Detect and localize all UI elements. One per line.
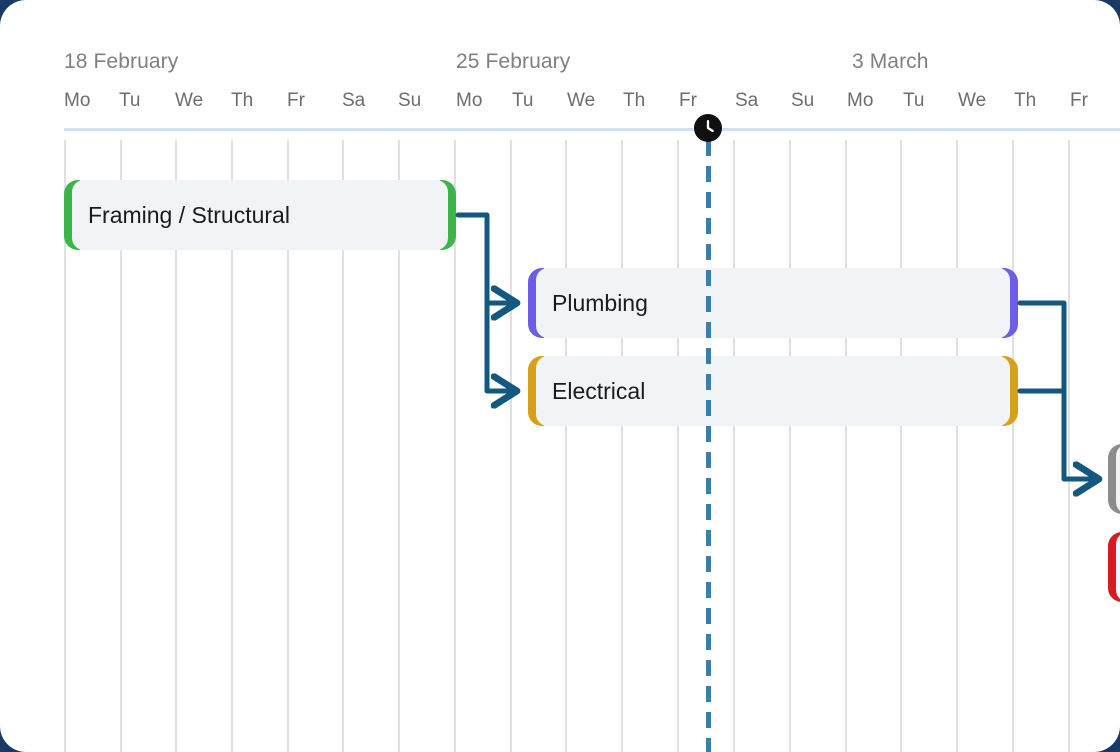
grid-line: [1012, 140, 1014, 752]
day-label: Fr: [1070, 90, 1088, 111]
day-label: Tu: [512, 90, 534, 111]
day-label: Mo: [456, 90, 483, 111]
day-label: We: [958, 90, 987, 111]
task-bar-end-handle[interactable]: [998, 268, 1018, 338]
grid-line: [677, 140, 679, 752]
grid-line: [789, 140, 791, 752]
task-bar-start-handle[interactable]: [528, 356, 548, 426]
clock-icon[interactable]: [694, 114, 722, 142]
day-label: Fr: [679, 90, 697, 111]
day-label: Su: [791, 90, 815, 111]
task-bar[interactable]: [1108, 532, 1120, 602]
task-bar-end-handle[interactable]: [998, 356, 1018, 426]
grid-line: [510, 140, 512, 752]
task-bar-label: Electrical: [552, 377, 646, 404]
task-bar-start-handle[interactable]: [1108, 532, 1120, 602]
day-label: Sa: [342, 90, 366, 111]
task-bar[interactable]: Electrical: [528, 356, 1018, 426]
day-label: Tu: [119, 90, 141, 111]
task-bar-start-handle[interactable]: [64, 180, 84, 250]
day-label: Tu: [903, 90, 925, 111]
day-label: Th: [1014, 90, 1037, 111]
task-bar-start-handle[interactable]: [528, 268, 548, 338]
task-bar-start-handle[interactable]: [1108, 444, 1120, 514]
day-label: Mo: [64, 90, 91, 111]
week-label: 18 February: [64, 50, 179, 73]
current-time-line: [706, 140, 711, 752]
day-label: We: [567, 90, 596, 111]
task-bar[interactable]: Framing / Structural: [64, 180, 456, 250]
day-label: Su: [398, 90, 422, 111]
task-bar[interactable]: [1108, 444, 1120, 514]
task-bar[interactable]: Plumbing: [528, 268, 1018, 338]
day-label: Fr: [287, 90, 305, 111]
day-label: Mo: [847, 90, 874, 111]
grid-line: [733, 140, 735, 752]
day-label: Sa: [735, 90, 759, 111]
grid-line: [565, 140, 567, 752]
timeline-header: 18 February 25 February 3 March Mo Tu We Th Fr…: [0, 0, 1120, 131]
day-label: Th: [623, 90, 646, 111]
task-bar-label: Framing / Structural: [88, 201, 290, 228]
week-label: 3 March: [852, 50, 929, 73]
day-label: Th: [231, 90, 254, 111]
grid-line: [621, 140, 623, 752]
task-bar-label: Plumbing: [552, 289, 648, 316]
week-label: 25 February: [456, 50, 571, 73]
task-bar-end-handle[interactable]: [436, 180, 456, 250]
grid-line: [956, 140, 958, 752]
day-label: We: [175, 90, 204, 111]
grid-line: [1068, 140, 1070, 752]
grid-line: [845, 140, 847, 752]
gantt-chart-window: 18 February 25 February 3 March Mo Tu We Th Fr…: [0, 0, 1120, 752]
grid-line: [900, 140, 902, 752]
